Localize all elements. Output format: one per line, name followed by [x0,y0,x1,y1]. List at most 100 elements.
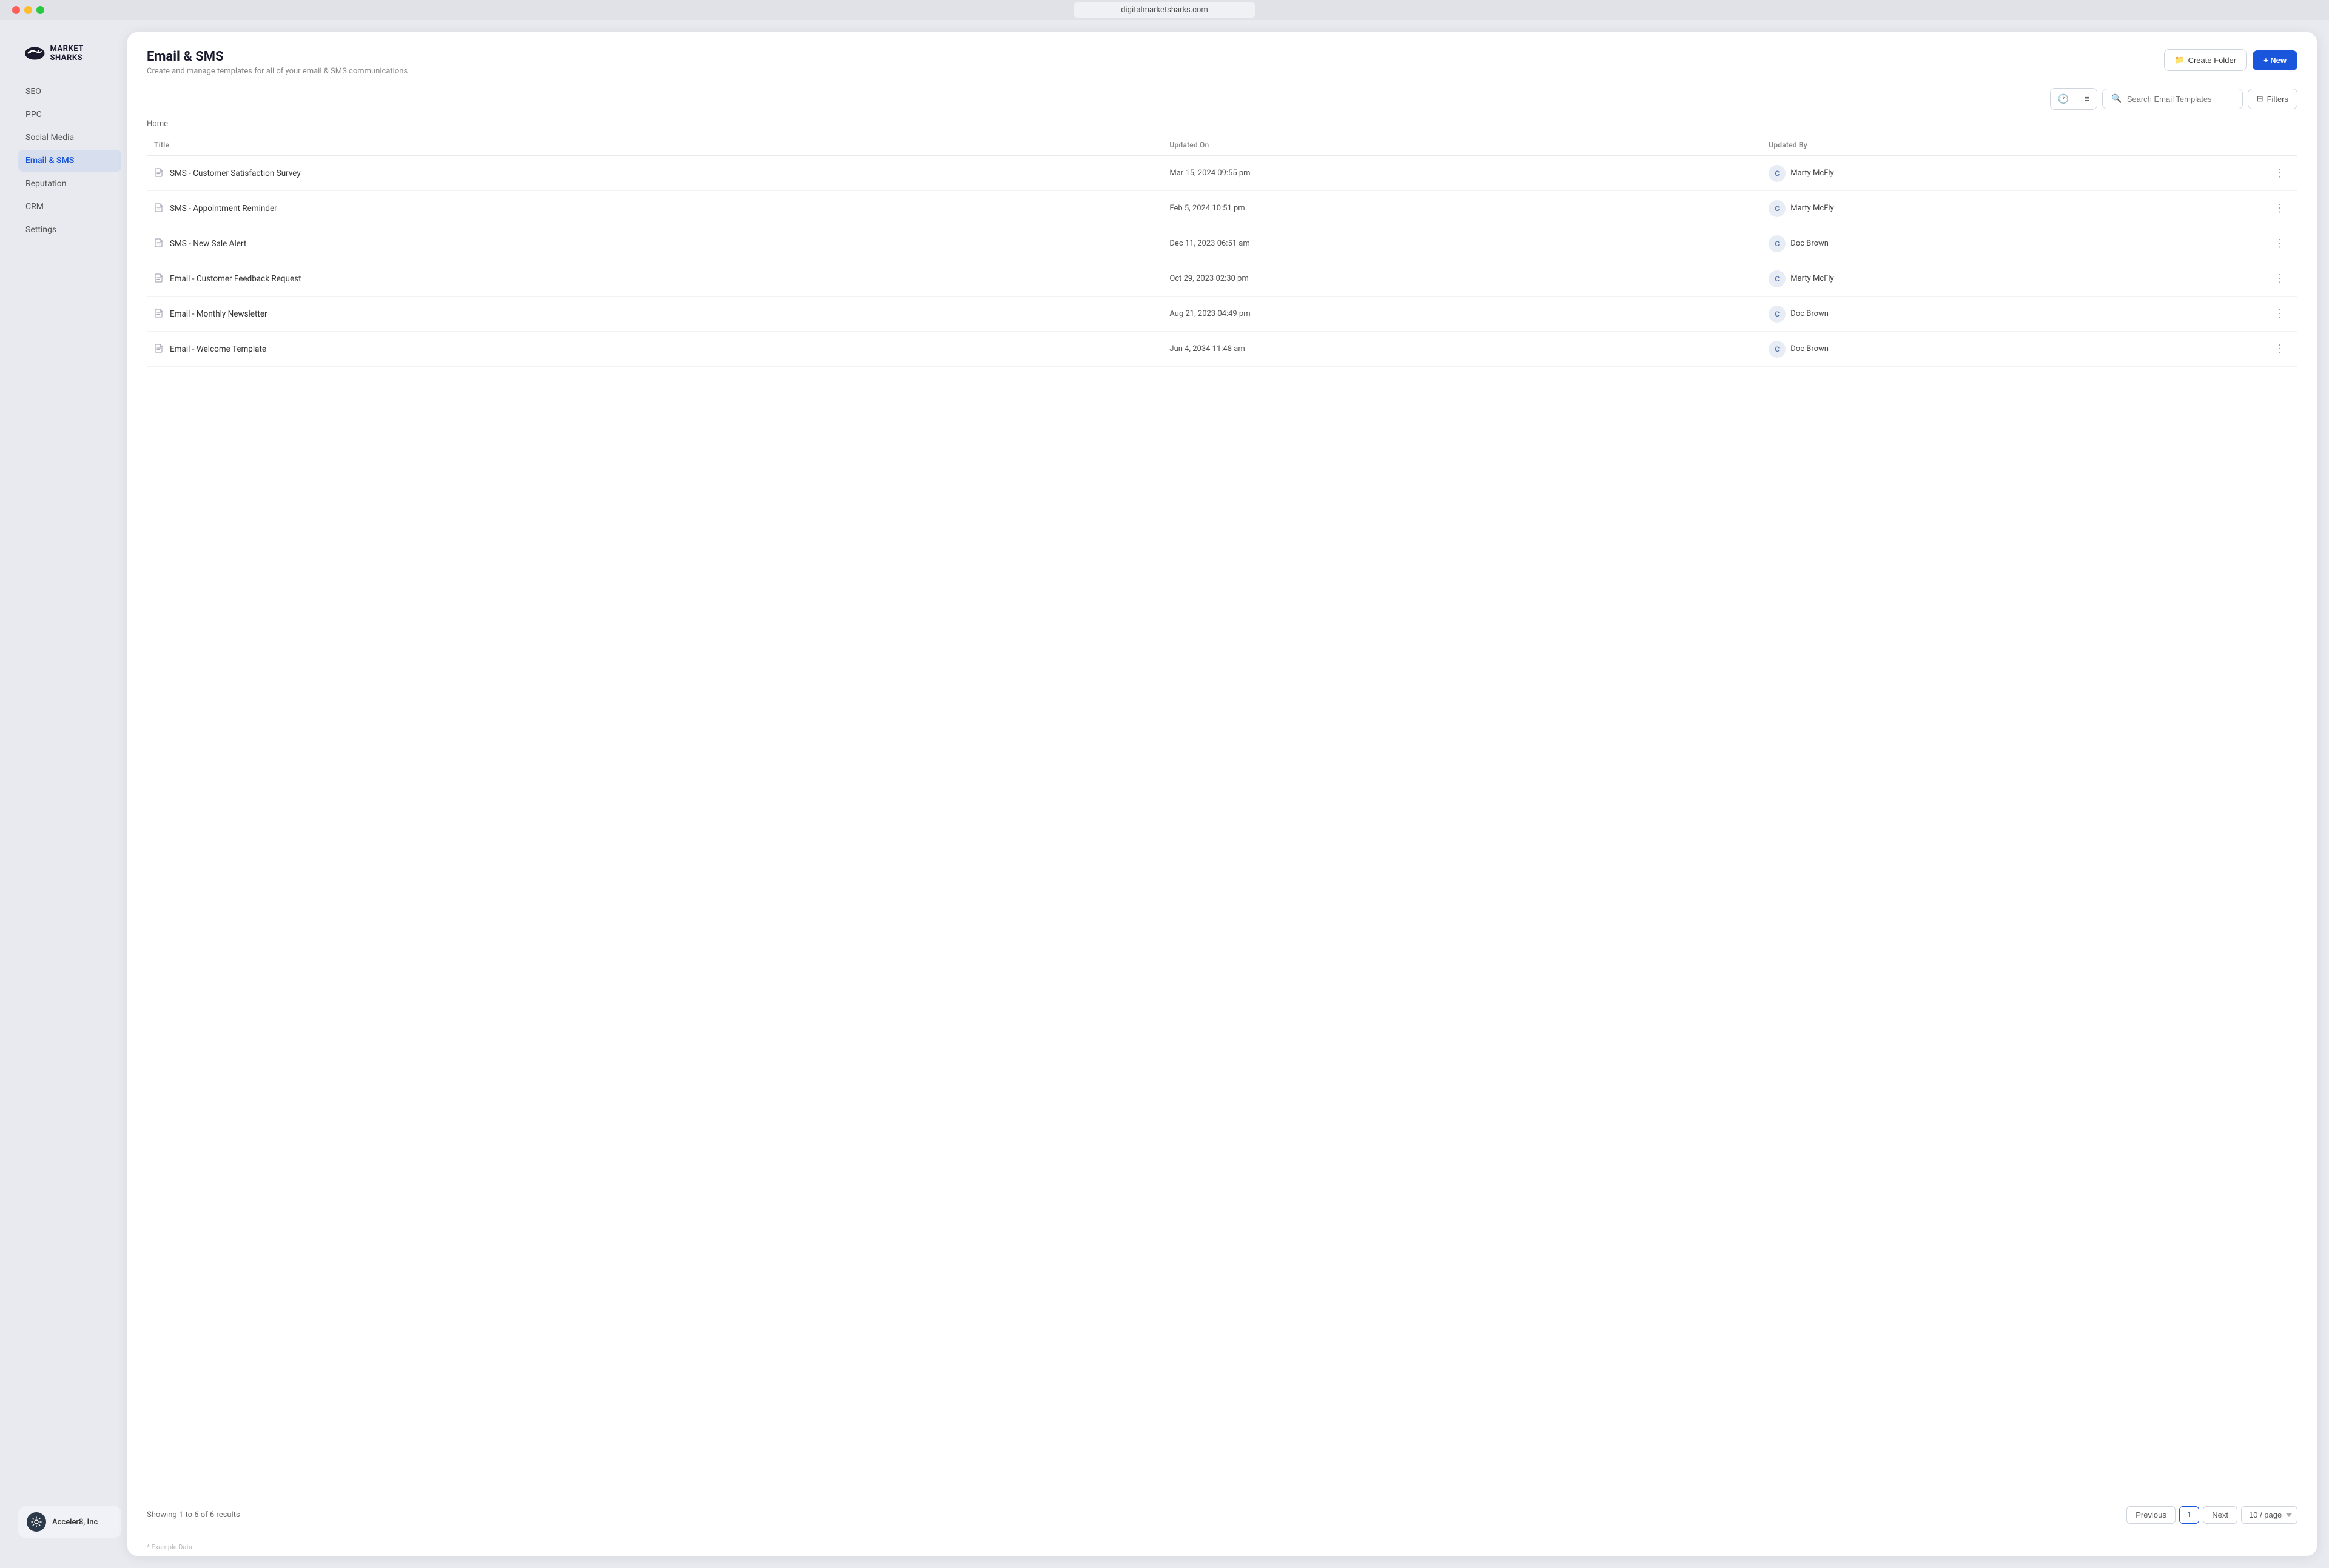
more-options-button[interactable]: ⋮ [2270,235,2290,252]
col-title: Title [147,135,1162,156]
example-data-note: * Example Data [127,1538,2317,1556]
updated-by-name: Marty McFly [1790,274,1833,283]
template-icon [154,273,164,285]
table-row: Email - Welcome Template Jun 4, 2034 11:… [147,332,2297,367]
previous-button[interactable]: Previous [2126,1506,2176,1524]
more-options-button[interactable]: ⋮ [2270,199,2290,217]
url-bar[interactable]: digitalmarketsharks.com [1074,2,1255,18]
row-title-cell: SMS - Customer Satisfaction Survey [147,156,1162,191]
sidebar-item-settings[interactable]: Settings [18,219,121,241]
template-name: Email - Monthly Newsletter [170,309,267,319]
updated-by-name: Doc Brown [1790,309,1829,318]
more-options-button[interactable]: ⋮ [2270,270,2290,287]
sidebar-item-seo[interactable]: SEO [18,81,121,102]
avatar: C [1769,235,1786,252]
template-icon [154,308,164,320]
avatar: C [1769,165,1786,182]
next-button[interactable]: Next [2203,1506,2237,1524]
row-title-cell: SMS - New Sale Alert [147,226,1162,261]
template-name: Email - Welcome Template [170,344,266,354]
toolbar: 🕐 ≡ 🔍 ⊟ Filters [127,88,2317,119]
list-view-button[interactable]: ≡ [2077,89,2097,109]
updated-date-cell: Feb 5, 2024 10:51 pm [1162,191,1761,226]
table-row: SMS - Appointment Reminder Feb 5, 2024 1… [147,191,2297,226]
sidebar-item-reputation[interactable]: Reputation [18,173,121,195]
logo-icon [24,45,45,61]
search-icon: 🔍 [2111,94,2122,104]
search-bar[interactable]: 🔍 [2102,89,2242,109]
templates-table: Title Updated On Updated By [147,135,2297,367]
avatar: C [1769,270,1786,287]
clock-icon: 🕐 [2058,93,2069,104]
updated-by-cell: C Doc Brown [1761,332,2262,367]
page-header: Email & SMS Create and manage templates … [127,32,2317,88]
create-folder-button[interactable]: 📁 Create Folder [2164,49,2247,71]
updated-by-name: Doc Brown [1790,239,1829,248]
folder-icon: 📁 [2174,55,2184,65]
table-header-row: Title Updated On Updated By [147,135,2297,156]
avatar: C [1769,306,1786,323]
template-name: SMS - Customer Satisfaction Survey [170,169,301,178]
page-number-1[interactable]: 1 [2179,1506,2199,1524]
view-toggle: 🕐 ≡ [2050,88,2097,110]
template-icon [154,343,164,355]
avatar: C [1769,200,1786,217]
new-button[interactable]: + New [2253,50,2297,70]
sidebar-item-ppc[interactable]: PPC [18,104,121,126]
sidebar-item-social-media[interactable]: Social Media [18,127,121,149]
avatar: C [1769,341,1786,358]
close-traffic-light[interactable] [12,6,20,14]
table-row: SMS - New Sale Alert Dec 11, 2023 06:51 … [147,226,2297,261]
template-icon [154,203,164,215]
template-name: Email - Customer Feedback Request [170,274,301,284]
more-options-button[interactable]: ⋮ [2270,305,2290,323]
header-actions: 📁 Create Folder + New [2164,49,2297,71]
logo-text: MARKET SHARKS [50,44,115,62]
col-actions [2262,135,2297,156]
table-row: SMS - Customer Satisfaction Survey Mar 1… [147,156,2297,191]
sidebar-footer: Acceler8, Inc [12,1494,127,1550]
search-input[interactable] [2127,95,2234,104]
page-title-section: Email & SMS Create and manage templates … [147,49,408,76]
row-title-cell: Email - Customer Feedback Request [147,261,1162,297]
updated-by-cell: C Marty McFly [1761,191,2262,226]
row-title-cell: Email - Monthly Newsletter [147,297,1162,332]
create-folder-label: Create Folder [2188,56,2236,65]
more-options-button[interactable]: ⋮ [2270,164,2290,182]
updated-date-cell: Dec 11, 2023 06:51 am [1162,226,1761,261]
updated-date-cell: Jun 4, 2034 11:48 am [1162,332,1761,367]
col-updated-by: Updated By [1761,135,2262,156]
breadcrumb-home[interactable]: Home [147,119,168,129]
updated-by-cell: C Marty McFly [1761,156,2262,191]
updated-date-cell: Aug 21, 2023 04:49 pm [1162,297,1761,332]
row-title-cell: SMS - Appointment Reminder [147,191,1162,226]
sidebar-item-email-sms[interactable]: Email & SMS [18,150,121,172]
template-name: SMS - New Sale Alert [170,239,246,249]
more-options-button[interactable]: ⋮ [2270,340,2290,358]
account-badge[interactable]: Acceler8, Inc [18,1506,121,1538]
filter-icon: ⊟ [2257,94,2263,104]
updated-by-name: Marty McFly [1790,169,1833,178]
traffic-lights [12,6,44,14]
per-page-select[interactable]: 10 / page 20 / page 50 / page [2241,1506,2297,1524]
filters-label: Filters [2267,95,2288,104]
col-updated-on: Updated On [1162,135,1761,156]
minimize-traffic-light[interactable] [24,6,32,14]
account-name: Acceler8, Inc [52,1518,98,1527]
actions-cell: ⋮ [2262,297,2297,332]
clock-view-button[interactable]: 🕐 [2051,89,2077,109]
filters-button[interactable]: ⊟ Filters [2248,89,2297,109]
page-subtitle: Create and manage templates for all of y… [147,67,408,76]
table-row: Email - Customer Feedback Request Oct 29… [147,261,2297,297]
logo: MARKET SHARKS [12,38,127,81]
maximize-traffic-light[interactable] [36,6,44,14]
list-icon: ≡ [2085,94,2090,104]
updated-date-cell: Oct 29, 2023 02:30 pm [1162,261,1761,297]
updated-by-cell: C Marty McFly [1761,261,2262,297]
table-row: Email - Monthly Newsletter Aug 21, 2023 … [147,297,2297,332]
row-title-cell: Email - Welcome Template [147,332,1162,367]
sidebar-item-crm[interactable]: CRM [18,196,121,218]
page-title: Email & SMS [147,49,408,64]
template-icon [154,167,164,179]
updated-date-cell: Mar 15, 2024 09:55 pm [1162,156,1761,191]
